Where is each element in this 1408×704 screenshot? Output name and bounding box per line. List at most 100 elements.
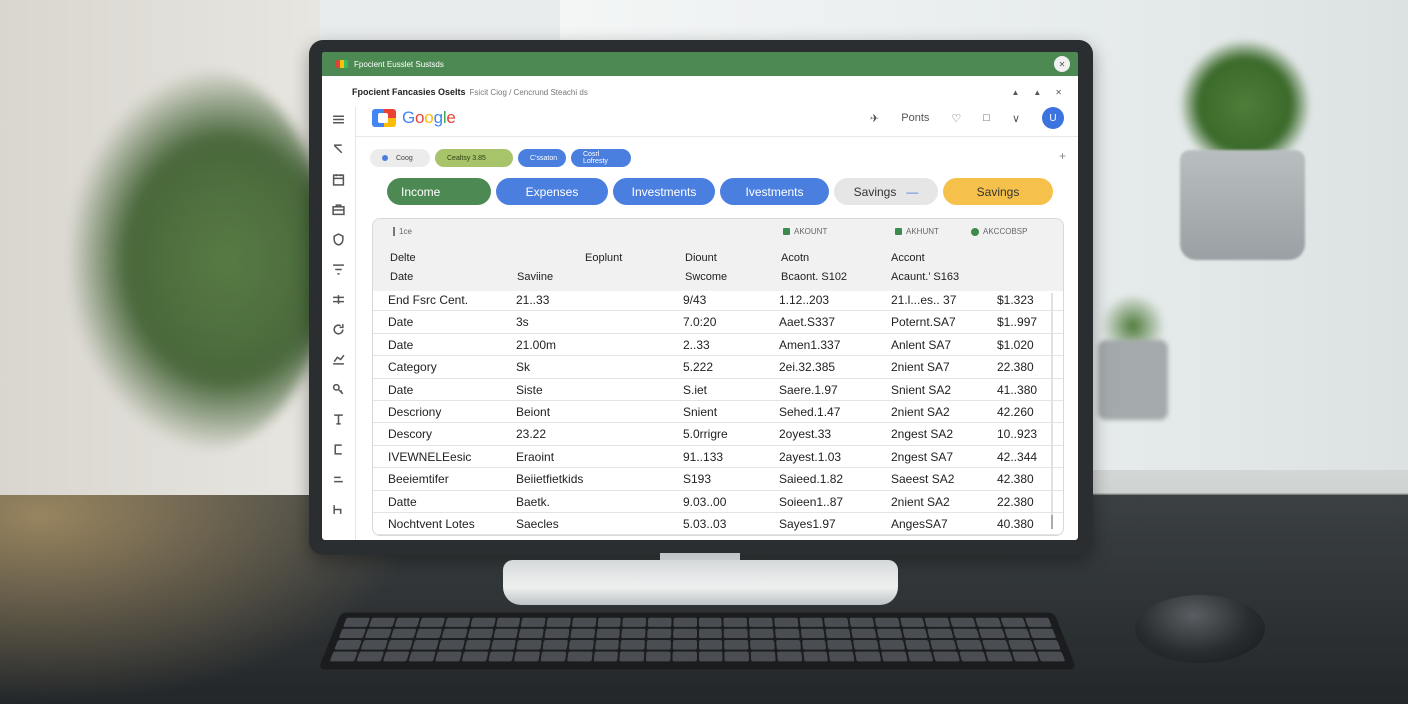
column-header[interactable]: Date (390, 271, 413, 283)
doc-icon[interactable] (331, 501, 347, 517)
table-cell: 9.03..00 (683, 494, 727, 509)
key (748, 617, 773, 627)
tab-savings[interactable]: Savings — (834, 178, 938, 205)
key (595, 628, 621, 639)
table-row[interactable]: Descriony Beiont Snient Sehed.1.47 2nient SA… (373, 401, 1063, 424)
table-cell: Eraoint (516, 449, 555, 464)
avatar[interactable]: U (1042, 107, 1064, 129)
up-arrow-icon[interactable]: ▲ (1011, 88, 1019, 97)
chevron-icon[interactable] (331, 141, 347, 157)
table-cell: Beiont (516, 404, 551, 419)
key (904, 640, 931, 650)
calendar-icon[interactable] (331, 171, 347, 187)
adjust-icon[interactable] (331, 291, 347, 307)
table-row[interactable]: Descory 23.22 5.0rrigre 2oyest.33 2ngest SA2… (373, 423, 1063, 446)
table-cell: 40.380 (997, 516, 1034, 531)
key (724, 640, 749, 650)
key (924, 617, 951, 627)
tool-icon[interactable] (331, 411, 347, 427)
key (487, 651, 514, 662)
column-header[interactable]: Bcaont. S102 (781, 271, 847, 283)
briefcase-icon[interactable] (331, 201, 347, 217)
table-cell: 41..380 (997, 382, 1038, 397)
heart-icon[interactable]: ♡ (951, 112, 961, 125)
key (907, 651, 934, 662)
table-row[interactable]: IVEWNELEesic Eraoint 91..133 2ayest.1.03 2ng… (373, 446, 1063, 469)
column-header[interactable]: Swcome (685, 271, 727, 283)
scrollbar[interactable] (1051, 293, 1053, 529)
shield-icon[interactable] (331, 231, 347, 247)
table-cell: S193 (683, 472, 712, 487)
table-row[interactable]: Date Siste S.iet Saere.1.97 Snient SA2 41..38… (373, 379, 1063, 401)
header-label[interactable]: Ponts (901, 112, 929, 124)
table-cell: 3s (516, 315, 529, 330)
scrollbar-thumb[interactable] (1051, 515, 1053, 529)
table-row[interactable]: Datte Baetk. 9.03..00 Soieen1..87 2nient SA2… (373, 491, 1063, 513)
column-header[interactable]: Accont (891, 252, 925, 264)
key (382, 651, 410, 662)
table-row[interactable]: Date 3s 7.0:20 Aaet.S337 Poternt.SA7 $1..997 (373, 311, 1063, 334)
filter-icon[interactable] (331, 261, 347, 277)
tab-investments-2[interactable]: Ivestments (720, 178, 829, 205)
close-icon[interactable]: ✕ (1054, 56, 1070, 72)
tab-savings-2[interactable]: Savings (943, 178, 1053, 205)
table-cell: 2nient SA7 (891, 360, 950, 375)
key (386, 640, 414, 650)
column-header[interactable]: Delte (390, 252, 416, 264)
table-cell: $1.020 (997, 337, 1034, 352)
table-row[interactable]: Date 21.00m 2..33 Amen1.337 Anlent SA7 $1.020 (373, 334, 1063, 357)
tab-expenses[interactable]: Expenses (496, 178, 608, 205)
key (514, 651, 541, 662)
key (824, 617, 849, 627)
filter-chip[interactable]: C’ssaton (518, 149, 566, 167)
key (927, 628, 954, 639)
list-icon[interactable] (331, 471, 347, 487)
app-icon (336, 60, 348, 68)
column-header[interactable]: Acaunt.’ S163 (891, 271, 959, 283)
key (673, 617, 697, 627)
monitor-stand-base (503, 560, 898, 605)
column-header[interactable]: Diount (685, 252, 717, 264)
column-header[interactable]: Saviine (517, 271, 553, 283)
table-cell: 2oyest.33 (779, 427, 832, 442)
logo[interactable]: Google (372, 106, 456, 130)
key (750, 640, 775, 650)
close-icon[interactable]: ✕ (1055, 88, 1062, 97)
filter-chip[interactable]: Cosrl Lofresty (571, 149, 631, 167)
account-filter[interactable]: AKCCOBSP (971, 227, 1027, 236)
refresh-icon[interactable] (331, 321, 347, 337)
column-header[interactable]: Acotn (781, 252, 809, 264)
chart-icon[interactable] (331, 351, 347, 367)
table-cell: 7.0:20 (683, 315, 717, 330)
key (723, 628, 748, 639)
table-cell: 42.380 (997, 472, 1034, 487)
clip-icon[interactable] (331, 441, 347, 457)
key (1003, 628, 1031, 639)
chevron-down-icon[interactable]: ∨ (1012, 112, 1020, 125)
filter-chip[interactable]: Cealtsy 3.85 (435, 149, 513, 167)
table-cell: 23.22 (516, 427, 547, 442)
table-cell: 5.03..03 (683, 516, 727, 531)
up-arrow-icon[interactable]: ▲ (1033, 88, 1041, 97)
account-filter[interactable]: AKHUNT (895, 227, 939, 236)
table-row[interactable]: Category Sk 5.222 2ei.32.385 2nient SA7 22.38… (373, 356, 1063, 379)
key (619, 651, 645, 662)
table-cell: 2ayest.1.03 (779, 449, 842, 464)
search-chip[interactable]: Coog (370, 149, 430, 167)
table-row[interactable]: End Fsrc Cent. 21..33 9/43 1.12..203 21.l...… (373, 289, 1063, 312)
key (959, 651, 987, 662)
table-row[interactable]: Nochtvent Lotes Saecles 5.03..03 Sayes1.97 A… (373, 513, 1063, 535)
tab-investments[interactable]: Investments (613, 178, 715, 205)
column-header[interactable]: Eoplunt (585, 252, 622, 264)
key (854, 651, 881, 662)
table-body: End Fsrc Cent. 21..33 9/43 1.12..203 21.l...… (373, 289, 1063, 535)
send-icon[interactable]: ✈ (870, 112, 879, 125)
account-filter[interactable]: AKOUNT (783, 227, 827, 236)
key-icon[interactable] (331, 381, 347, 397)
bag-icon[interactable]: □ (983, 112, 990, 124)
table-row[interactable]: Beeiemtifer Beiietfietkids S193 Saieed.1.82… (373, 468, 1063, 491)
tab-income[interactable]: Income (387, 178, 491, 205)
add-icon[interactable]: + (1059, 149, 1066, 163)
menu-icon[interactable] (331, 111, 347, 127)
header-row: Date Saviine Swcome Bcaont. S102 Acaunt.… (373, 271, 1063, 287)
